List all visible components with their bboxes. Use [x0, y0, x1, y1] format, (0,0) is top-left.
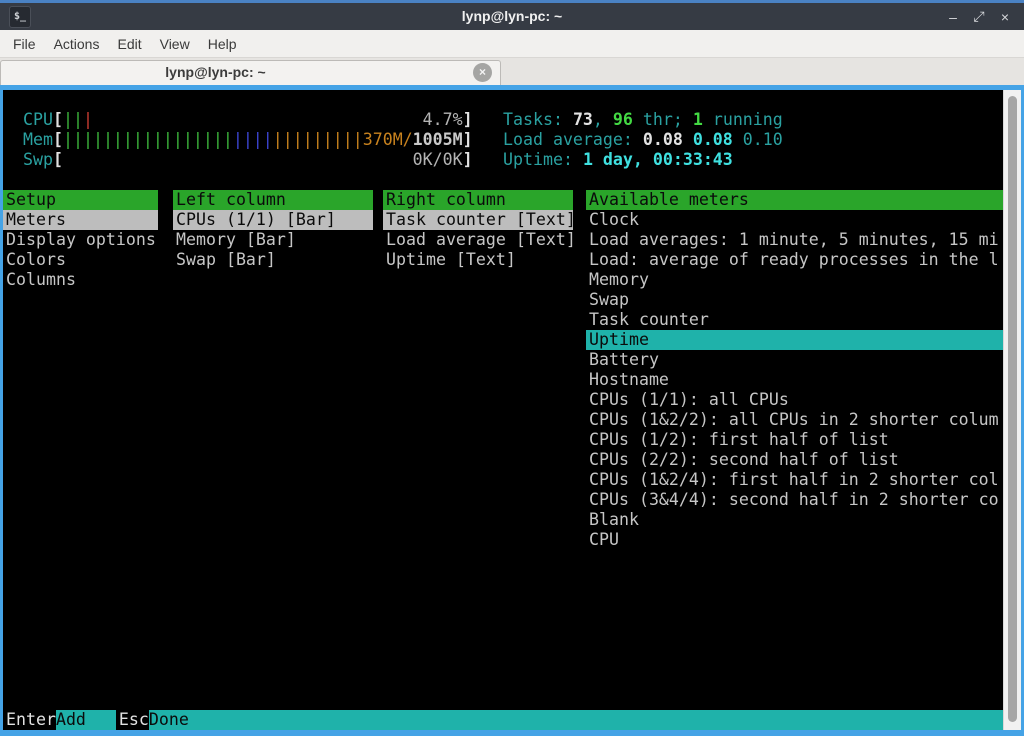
tasks-line: Tasks: 73, 96 thr; 1 running [503, 110, 783, 130]
terminal-screen[interactable]: CPU[||| 4.7%]Mem[|||||||||||||||||||||||… [3, 90, 1003, 730]
bracket-open: [ [53, 130, 63, 149]
menu-help[interactable]: Help [199, 30, 246, 58]
text-segment: |||| [233, 130, 273, 149]
panel-header: Right column [383, 190, 573, 210]
panel-item-task-counter[interactable]: Task counter [586, 310, 1003, 330]
panel-item-cpus-1-2-first-half-of-list[interactable]: CPUs (1/2): first half of list [586, 430, 1003, 450]
fnkey-enter: Enter [3, 710, 56, 730]
tab-terminal[interactable]: lynp@lyn-pc: ~ × [0, 60, 501, 85]
panel-item-task-counter-text[interactable]: Task counter [Text] [383, 210, 573, 230]
panel-header: Left column [173, 190, 373, 210]
panel-item-columns[interactable]: Columns [3, 270, 158, 290]
panel-item-display-options[interactable]: Display options [3, 230, 158, 250]
text-segment: , [593, 110, 613, 129]
panel-item-load-average-text[interactable]: Load average [Text] [383, 230, 573, 250]
text-segment: 0.10 [743, 130, 783, 149]
text-segment: Uptime: [503, 150, 583, 169]
text-segment: 1 day, 00:33:43 [583, 150, 733, 169]
minimize-icon[interactable]: – [940, 9, 966, 25]
restore-icon[interactable]: ⤢ [966, 8, 992, 25]
panel-item-swap-bar[interactable]: Swap [Bar] [173, 250, 373, 270]
panel-item-swap[interactable]: Swap [586, 290, 1003, 310]
panel-item-cpus-2-2-second-half-of-list[interactable]: CPUs (2/2): second half of list [586, 450, 1003, 470]
cpu-meter: CPU[||| 4.7%] [23, 110, 473, 130]
text-segment [63, 150, 413, 169]
panel-item-memory-bar[interactable]: Memory [Bar] [173, 230, 373, 250]
panel-item-load-averages-1-minute-5-minut[interactable]: Load averages: 1 minute, 5 minutes, 15 m… [586, 230, 1003, 250]
panel-item-blank[interactable]: Blank [586, 510, 1003, 530]
bracket-close: ] [463, 130, 473, 149]
bracket-close: ] [463, 110, 473, 129]
text-segment: 370M/ [363, 130, 413, 149]
text-segment: 1 [693, 110, 703, 129]
menu-edit[interactable]: Edit [108, 30, 150, 58]
text-segment: 0.08 [643, 130, 693, 149]
text-segment: thr; [633, 110, 693, 129]
menu-actions[interactable]: Actions [45, 30, 109, 58]
meter-label: CPU [23, 110, 53, 129]
swp-meter: Swp[ 0K/0K] [23, 150, 473, 170]
text-segment: | [83, 110, 93, 129]
panel-right-column: Right columnTask counter [Text]Load aver… [383, 190, 573, 270]
bracket-close: ] [463, 150, 473, 169]
text-segment: || [63, 110, 83, 129]
text-segment: 4.7% [93, 110, 463, 129]
bracket-open: [ [53, 110, 63, 129]
menubar: FileActionsEditViewHelp [0, 30, 1024, 58]
function-bar: EnterAdd EscDone [3, 710, 1003, 730]
panel-item-cpus-1-1-all-cpus[interactable]: CPUs (1/1): all CPUs [586, 390, 1003, 410]
panel-item-cpus-3-4-4-second-half-in-2-sh[interactable]: CPUs (3&4/4): second half in 2 shorter c… [586, 490, 1003, 510]
menu-file[interactable]: File [4, 30, 45, 58]
text-segment: ||||||||| [273, 130, 363, 149]
tabbar: lynp@lyn-pc: ~ × [0, 58, 1024, 85]
close-icon[interactable]: × [992, 9, 1018, 25]
panel-item-memory[interactable]: Memory [586, 270, 1003, 290]
text-segment: 73 [573, 110, 593, 129]
scrollbar-handle[interactable] [1008, 96, 1017, 722]
terminal-window: $_ lynp@lyn-pc: ~ – ⤢ × FileActionsEditV… [0, 0, 1024, 736]
panel-item-cpus-1-2-2-all-cpus-in-2-short[interactable]: CPUs (1&2/2): all CPUs in 2 shorter colu… [586, 410, 1003, 430]
terminal-frame: CPU[||| 4.7%]Mem[|||||||||||||||||||||||… [0, 85, 1024, 736]
panel-header: Available meters [586, 190, 1003, 210]
fnaction-add[interactable]: Add [56, 710, 116, 730]
text-segment: 0K/0K [413, 150, 463, 169]
menu-view[interactable]: View [151, 30, 199, 58]
bracket-open: [ [53, 150, 63, 169]
fnaction-done[interactable]: Done [149, 710, 1003, 730]
panel-item-colors[interactable]: Colors [3, 250, 158, 270]
fnkey-esc: Esc [116, 710, 149, 730]
panel-item-cpus-1-1-bar[interactable]: CPUs (1/1) [Bar] [173, 210, 373, 230]
meter-label: Mem [23, 130, 53, 149]
panel-item-battery[interactable]: Battery [586, 350, 1003, 370]
load-average-line: Load average: 0.08 0.08 0.10 [503, 130, 783, 150]
text-segment: 0.08 [693, 130, 743, 149]
text-segment: ||||||||||||||||| [63, 130, 233, 149]
window-controls: – ⤢ × [940, 3, 1018, 30]
panel-left-column: Left columnCPUs (1/1) [Bar]Memory [Bar]S… [173, 190, 373, 270]
text-segment: Tasks: [503, 110, 573, 129]
tab-title: lynp@lyn-pc: ~ [1, 61, 430, 84]
panel-available-meters: Available metersClockLoad averages: 1 mi… [586, 190, 1003, 550]
titlebar[interactable]: $_ lynp@lyn-pc: ~ – ⤢ × [0, 0, 1024, 30]
window-title: lynp@lyn-pc: ~ [0, 3, 1024, 30]
meter-label: Swp [23, 150, 53, 169]
panel-item-cpu[interactable]: CPU [586, 530, 1003, 550]
panel-item-uptime[interactable]: Uptime [586, 330, 1003, 350]
text-segment: Load average: [503, 130, 643, 149]
panel-item-uptime-text[interactable]: Uptime [Text] [383, 250, 573, 270]
panel-item-meters[interactable]: Meters [3, 210, 158, 230]
scrollbar[interactable] [1003, 90, 1021, 730]
text-segment: 96 [613, 110, 633, 129]
panel-item-load-average-of-ready-processe[interactable]: Load: average of ready processes in the … [586, 250, 1003, 270]
panel-item-clock[interactable]: Clock [586, 210, 1003, 230]
mem-meter: Mem[||||||||||||||||||||||||||||||370M/1… [23, 130, 473, 150]
uptime-line: Uptime: 1 day, 00:33:43 [503, 150, 733, 170]
text-segment: running [703, 110, 783, 129]
panel-item-hostname[interactable]: Hostname [586, 370, 1003, 390]
panel-header: Setup [3, 190, 158, 210]
text-segment: 1005M [413, 130, 463, 149]
tab-close-icon[interactable]: × [473, 63, 492, 82]
panel-setup: SetupMetersDisplay optionsColorsColumns [3, 190, 158, 290]
panel-item-cpus-1-2-4-first-half-in-2-sho[interactable]: CPUs (1&2/4): first half in 2 shorter co… [586, 470, 1003, 490]
